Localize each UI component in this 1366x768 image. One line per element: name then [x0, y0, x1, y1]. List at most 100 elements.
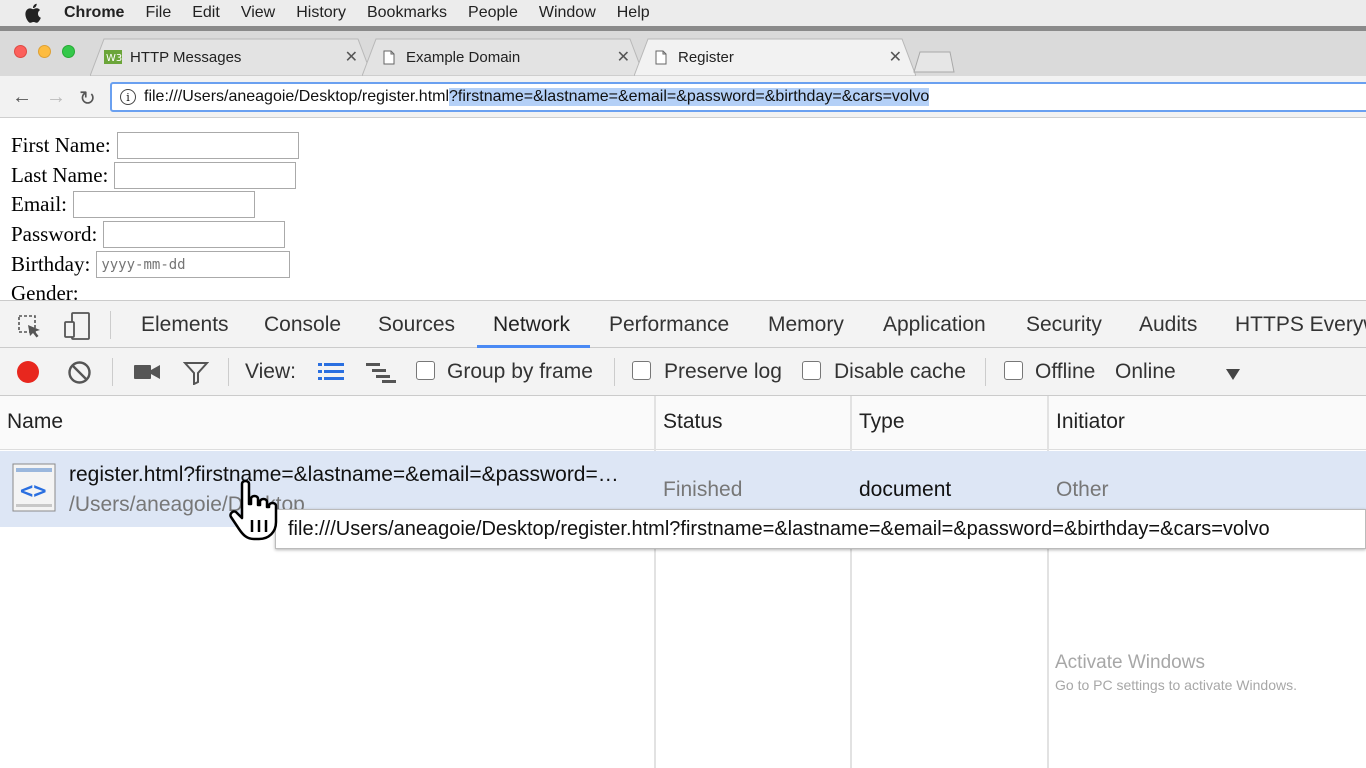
gender-row: Gender:: [11, 281, 79, 300]
preserve-log-label: Preserve log: [664, 360, 782, 383]
first-name-row: First Name:: [11, 132, 299, 159]
forward-button[interactable]: →: [46, 86, 66, 109]
toolbar-divider: [228, 358, 229, 386]
tab-performance[interactable]: Performance: [609, 313, 729, 337]
tab-title: Example Domain: [406, 48, 521, 66]
tab-sources[interactable]: Sources: [378, 313, 455, 337]
gender-label: Gender:: [11, 281, 79, 300]
document-icon: [652, 48, 670, 66]
request-initiator: Other: [1056, 478, 1109, 501]
password-input[interactable]: [103, 221, 286, 248]
url-text: file:///Users/aneagoie/Desktop/register.…: [144, 88, 450, 105]
birthday-row: Birthday:: [11, 251, 291, 278]
menu-window[interactable]: Window: [539, 4, 596, 22]
toolbar-divider: [112, 358, 113, 386]
html-document-icon: <>: [12, 463, 58, 519]
request-name: register.html?firstname=&lastname=&email…: [69, 463, 619, 486]
throttling-select[interactable]: Online: [1115, 360, 1176, 384]
email-input[interactable]: [73, 191, 255, 218]
tab-title: HTTP Messages: [130, 48, 242, 66]
tab-strip: W3 HTTP Messages ✕ Example Domain ✕ Regi…: [0, 26, 1366, 76]
zoom-window-button[interactable]: [62, 45, 75, 58]
network-table-header: Name Status Type Initiator: [0, 396, 1366, 450]
activation-watermark-subtitle: Go to PC settings to activate Windows.: [1055, 677, 1297, 693]
tab-elements[interactable]: Elements: [141, 313, 229, 337]
menu-app-name[interactable]: Chrome: [64, 4, 124, 22]
menu-file[interactable]: File: [145, 4, 171, 22]
column-type[interactable]: Type: [859, 410, 905, 434]
preserve-log-checkbox[interactable]: [632, 361, 651, 380]
clear-icon[interactable]: [67, 360, 92, 391]
menu-people[interactable]: People: [468, 4, 518, 22]
activation-watermark-title: Activate Windows: [1055, 652, 1205, 673]
filter-icon[interactable]: [182, 361, 210, 391]
page-content: First Name: Last Name: Email: Password: …: [0, 119, 1366, 300]
device-toolbar-icon[interactable]: [63, 311, 93, 347]
tab-example-domain[interactable]: Example Domain ✕: [362, 38, 644, 76]
address-bar[interactable]: i file:///Users/aneagoie/Desktop/registe…: [110, 82, 1366, 112]
tab-title: Register: [678, 48, 734, 66]
record-icon[interactable]: [17, 361, 39, 383]
toolbar-divider: [110, 311, 111, 339]
column-status[interactable]: Status: [663, 410, 723, 434]
close-tab-icon[interactable]: ✕: [617, 47, 630, 67]
screen: Chrome File Edit View History Bookmarks …: [0, 0, 1366, 768]
svg-text:<>: <>: [20, 479, 47, 504]
close-window-button[interactable]: [14, 45, 27, 58]
reload-button[interactable]: ↻: [79, 86, 96, 111]
last-name-row: Last Name:: [11, 162, 297, 189]
tab-security[interactable]: Security: [1026, 313, 1102, 337]
last-name-input[interactable]: [114, 162, 297, 189]
last-name-label: Last Name:: [11, 163, 109, 187]
menu-history[interactable]: History: [296, 4, 346, 22]
tab-https-everywhere[interactable]: HTTPS Everyw: [1235, 313, 1366, 337]
chevron-down-icon[interactable]: [1225, 363, 1241, 387]
camera-icon[interactable]: [134, 363, 160, 387]
menu-view[interactable]: View: [241, 4, 275, 22]
info-icon[interactable]: i: [120, 89, 136, 105]
close-tab-icon[interactable]: ✕: [345, 47, 358, 67]
menu-help[interactable]: Help: [617, 4, 650, 22]
request-type: document: [859, 478, 952, 501]
tab-audits[interactable]: Audits: [1139, 313, 1197, 337]
tab-application[interactable]: Application: [883, 313, 986, 337]
disable-cache-checkbox[interactable]: [802, 361, 821, 380]
waterfall-icon[interactable]: [366, 363, 396, 389]
large-rows-icon[interactable]: [318, 363, 344, 387]
tab-register[interactable]: Register ✕: [634, 38, 916, 76]
svg-text:W3: W3: [106, 53, 122, 64]
devtools-tab-bar: Elements Console Sources Network Perform…: [0, 300, 1366, 348]
apple-icon[interactable]: [24, 3, 46, 23]
view-label: View:: [245, 360, 296, 383]
menu-bookmarks[interactable]: Bookmarks: [367, 4, 447, 22]
menu-edit[interactable]: Edit: [192, 4, 220, 22]
tab-network[interactable]: Network: [493, 313, 570, 337]
hand-cursor-icon: [228, 478, 284, 547]
password-label: Password:: [11, 222, 98, 246]
tab-console[interactable]: Console: [264, 313, 341, 337]
minimize-window-button[interactable]: [38, 45, 51, 58]
menubar: Chrome File Edit View History Bookmarks …: [0, 0, 1366, 26]
network-toolbar: View: Group by frame Preserve log Disabl…: [0, 348, 1366, 396]
disable-cache-label: Disable cache: [834, 360, 966, 383]
back-button[interactable]: ←: [12, 86, 32, 109]
column-initiator[interactable]: Initiator: [1056, 410, 1125, 434]
offline-checkbox[interactable]: [1004, 361, 1023, 380]
close-tab-icon[interactable]: ✕: [889, 47, 902, 67]
email-label: Email:: [11, 192, 67, 216]
url-tooltip: file:///Users/aneagoie/Desktop/register.…: [275, 509, 1366, 549]
new-tab-button[interactable]: [912, 51, 956, 73]
first-name-label: First Name:: [11, 133, 111, 157]
tab-memory[interactable]: Memory: [768, 313, 844, 337]
birthday-input[interactable]: [96, 251, 291, 278]
inspect-element-icon[interactable]: [17, 314, 43, 346]
request-status: Finished: [663, 478, 743, 501]
first-name-input[interactable]: [116, 132, 299, 159]
birthday-label: Birthday:: [11, 252, 91, 276]
tab-http-messages[interactable]: W3 HTTP Messages ✕: [90, 38, 372, 76]
group-by-frame-label: Group by frame: [447, 360, 593, 383]
group-by-frame-checkbox[interactable]: [416, 361, 435, 380]
toolbar-divider: [985, 358, 986, 386]
column-name[interactable]: Name: [7, 410, 63, 434]
w3-favicon-icon: W3: [104, 48, 122, 66]
